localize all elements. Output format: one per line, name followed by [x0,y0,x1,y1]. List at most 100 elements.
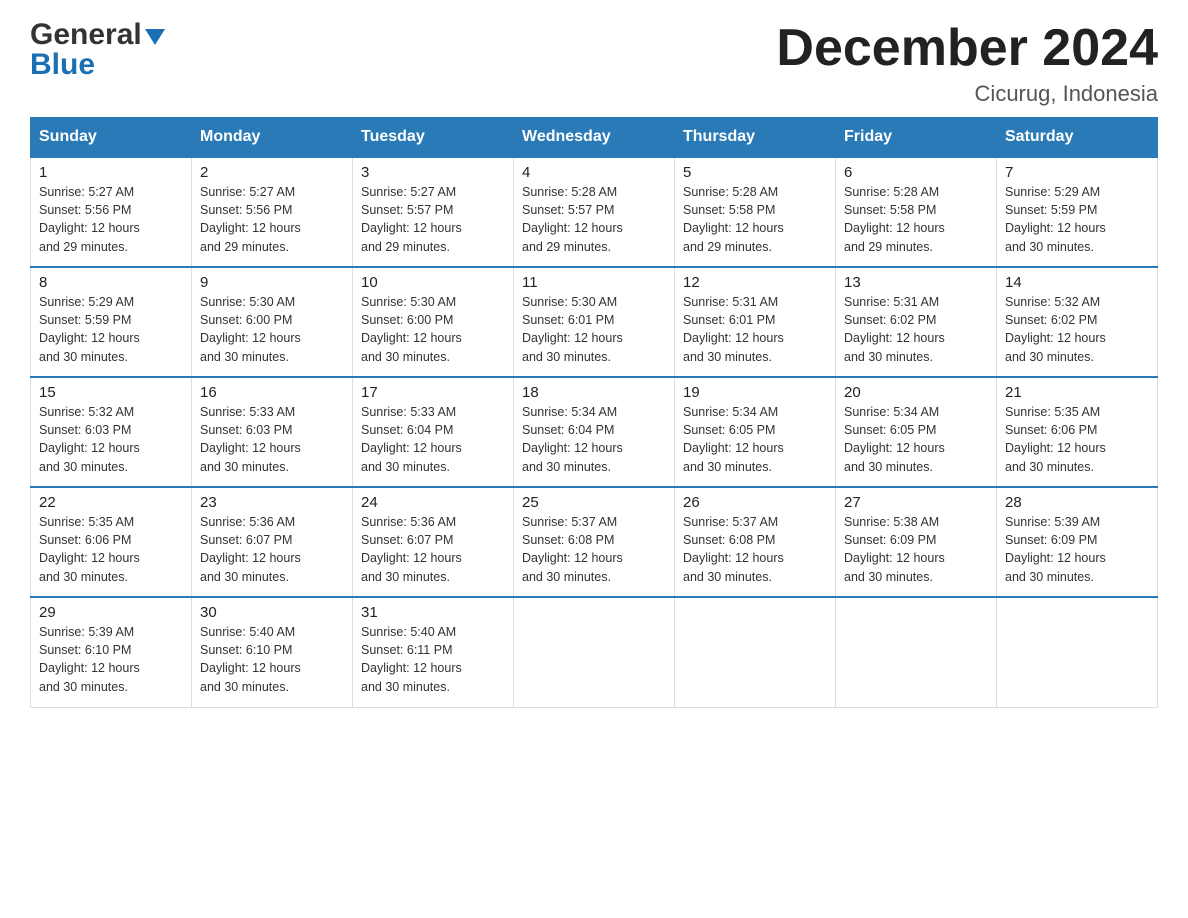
day-info: Sunrise: 5:29 AMSunset: 5:59 PMDaylight:… [39,293,183,366]
day-number: 10 [361,274,505,291]
day-number: 6 [844,164,988,181]
calendar-cell [997,597,1158,707]
day-number: 27 [844,494,988,511]
day-number: 14 [1005,274,1149,291]
day-number: 20 [844,384,988,401]
day-info: Sunrise: 5:30 AMSunset: 6:01 PMDaylight:… [522,293,666,366]
calendar-cell [836,597,997,707]
calendar-day-header-thursday: Thursday [675,118,836,158]
day-number: 3 [361,164,505,181]
calendar-day-header-sunday: Sunday [31,118,192,158]
calendar-cell: 17 Sunrise: 5:33 AMSunset: 6:04 PMDayligh… [353,377,514,487]
day-info: Sunrise: 5:40 AMSunset: 6:10 PMDaylight:… [200,623,344,696]
calendar-week-row: 15 Sunrise: 5:32 AMSunset: 6:03 PMDayligh… [31,377,1158,487]
main-title: December 2024 [776,20,1158,77]
day-number: 12 [683,274,827,291]
calendar-day-header-tuesday: Tuesday [353,118,514,158]
day-number: 4 [522,164,666,181]
calendar-day-header-saturday: Saturday [997,118,1158,158]
calendar-cell: 11 Sunrise: 5:30 AMSunset: 6:01 PMDayligh… [514,267,675,377]
calendar-table: SundayMondayTuesdayWednesdayThursdayFrid… [30,117,1158,708]
day-info: Sunrise: 5:27 AMSunset: 5:56 PMDaylight:… [39,183,183,256]
day-info: Sunrise: 5:33 AMSunset: 6:03 PMDaylight:… [200,403,344,476]
calendar-cell: 6 Sunrise: 5:28 AMSunset: 5:58 PMDaylight… [836,157,997,267]
day-info: Sunrise: 5:32 AMSunset: 6:03 PMDaylight:… [39,403,183,476]
page-header: General Blue December 2024 Cicurug, Indo… [30,20,1158,107]
day-info: Sunrise: 5:29 AMSunset: 5:59 PMDaylight:… [1005,183,1149,256]
calendar-cell: 13Sunrise: 5:31 AMSunset: 6:02 PMDayligh… [836,267,997,377]
day-info: Sunrise: 5:32 AMSunset: 6:02 PMDaylight:… [1005,293,1149,366]
day-info: Sunrise: 5:28 AMSunset: 5:57 PMDaylight:… [522,183,666,256]
day-info: Sunrise: 5:34 AMSunset: 6:05 PMDaylight:… [844,403,988,476]
calendar-cell: 22Sunrise: 5:35 AMSunset: 6:06 PMDayligh… [31,487,192,597]
calendar-cell: 9Sunrise: 5:30 AMSunset: 6:00 PMDaylight… [192,267,353,377]
logo-blue: Blue [30,48,95,81]
day-number: 22 [39,494,183,511]
day-info: Sunrise: 5:35 AMSunset: 6:06 PMDaylight:… [1005,403,1149,476]
calendar-cell: 14 Sunrise: 5:32 AMSunset: 6:02 PMDayligh… [997,267,1158,377]
day-info: Sunrise: 5:40 AMSunset: 6:11 PMDaylight:… [361,623,505,696]
day-number: 11 [522,274,666,291]
day-info: Sunrise: 5:34 AMSunset: 6:05 PMDaylight:… [683,403,827,476]
calendar-cell: 28Sunrise: 5:39 AMSunset: 6:09 PMDayligh… [997,487,1158,597]
calendar-cell: 12 Sunrise: 5:31 AMSunset: 6:01 PMDayligh… [675,267,836,377]
calendar-cell: 24 Sunrise: 5:36 AMSunset: 6:07 PMDayligh… [353,487,514,597]
day-number: 30 [200,604,344,621]
day-number: 17 [361,384,505,401]
day-info: Sunrise: 5:33 AMSunset: 6:04 PMDaylight:… [361,403,505,476]
day-info: Sunrise: 5:37 AMSunset: 6:08 PMDaylight:… [683,513,827,586]
day-number: 19 [683,384,827,401]
calendar-day-header-wednesday: Wednesday [514,118,675,158]
calendar-cell: 10 Sunrise: 5:30 AMSunset: 6:00 PMDayligh… [353,267,514,377]
day-info: Sunrise: 5:39 AMSunset: 6:10 PMDaylight:… [39,623,183,696]
calendar-cell: 2Sunrise: 5:27 AMSunset: 5:56 PMDaylight… [192,157,353,267]
day-info: Sunrise: 5:28 AMSunset: 5:58 PMDaylight:… [844,183,988,256]
calendar-day-header-friday: Friday [836,118,997,158]
day-info: Sunrise: 5:37 AMSunset: 6:08 PMDaylight:… [522,513,666,586]
day-number: 24 [361,494,505,511]
calendar-header-row: SundayMondayTuesdayWednesdayThursdayFrid… [31,118,1158,158]
calendar-cell: 23Sunrise: 5:36 AMSunset: 6:07 PMDayligh… [192,487,353,597]
calendar-cell: 19 Sunrise: 5:34 AMSunset: 6:05 PMDayligh… [675,377,836,487]
calendar-cell: 15 Sunrise: 5:32 AMSunset: 6:03 PMDayligh… [31,377,192,487]
calendar-cell: 1 Sunrise: 5:27 AMSunset: 5:56 PMDaylight… [31,157,192,267]
day-info: Sunrise: 5:31 AMSunset: 6:02 PMDaylight:… [844,293,988,366]
logo-general: General [30,20,142,50]
day-number: 26 [683,494,827,511]
calendar-week-row: 29 Sunrise: 5:39 AMSunset: 6:10 PMDayligh… [31,597,1158,707]
day-info: Sunrise: 5:36 AMSunset: 6:07 PMDaylight:… [200,513,344,586]
day-number: 16 [200,384,344,401]
day-number: 18 [522,384,666,401]
day-info: Sunrise: 5:27 AMSunset: 5:57 PMDaylight:… [361,183,505,256]
day-number: 29 [39,604,183,621]
calendar-cell: 20 Sunrise: 5:34 AMSunset: 6:05 PMDayligh… [836,377,997,487]
calendar-cell: 3 Sunrise: 5:27 AMSunset: 5:57 PMDaylight… [353,157,514,267]
calendar-cell: 27 Sunrise: 5:38 AMSunset: 6:09 PMDayligh… [836,487,997,597]
day-number: 9 [200,274,344,291]
day-info: Sunrise: 5:30 AMSunset: 6:00 PMDaylight:… [361,293,505,366]
day-number: 7 [1005,164,1149,181]
calendar-cell: 5 Sunrise: 5:28 AMSunset: 5:58 PMDaylight… [675,157,836,267]
calendar-cell: 25 Sunrise: 5:37 AMSunset: 6:08 PMDayligh… [514,487,675,597]
day-info: Sunrise: 5:34 AMSunset: 6:04 PMDaylight:… [522,403,666,476]
day-info: Sunrise: 5:28 AMSunset: 5:58 PMDaylight:… [683,183,827,256]
day-number: 21 [1005,384,1149,401]
calendar-day-header-monday: Monday [192,118,353,158]
calendar-cell: 7 Sunrise: 5:29 AMSunset: 5:59 PMDaylight… [997,157,1158,267]
day-number: 1 [39,164,183,181]
calendar-week-row: 1 Sunrise: 5:27 AMSunset: 5:56 PMDaylight… [31,157,1158,267]
calendar-cell: 21 Sunrise: 5:35 AMSunset: 6:06 PMDayligh… [997,377,1158,487]
day-info: Sunrise: 5:31 AMSunset: 6:01 PMDaylight:… [683,293,827,366]
day-number: 15 [39,384,183,401]
calendar-week-row: 22Sunrise: 5:35 AMSunset: 6:06 PMDayligh… [31,487,1158,597]
day-info: Sunrise: 5:27 AMSunset: 5:56 PMDaylight:… [200,183,344,256]
day-number: 8 [39,274,183,291]
day-info: Sunrise: 5:38 AMSunset: 6:09 PMDaylight:… [844,513,988,586]
day-number: 25 [522,494,666,511]
calendar-cell: 30 Sunrise: 5:40 AMSunset: 6:10 PMDayligh… [192,597,353,707]
calendar-cell: 16 Sunrise: 5:33 AMSunset: 6:03 PMDayligh… [192,377,353,487]
calendar-cell: 8 Sunrise: 5:29 AMSunset: 5:59 PMDaylight… [31,267,192,377]
day-info: Sunrise: 5:36 AMSunset: 6:07 PMDaylight:… [361,513,505,586]
subtitle: Cicurug, Indonesia [776,81,1158,107]
day-number: 5 [683,164,827,181]
